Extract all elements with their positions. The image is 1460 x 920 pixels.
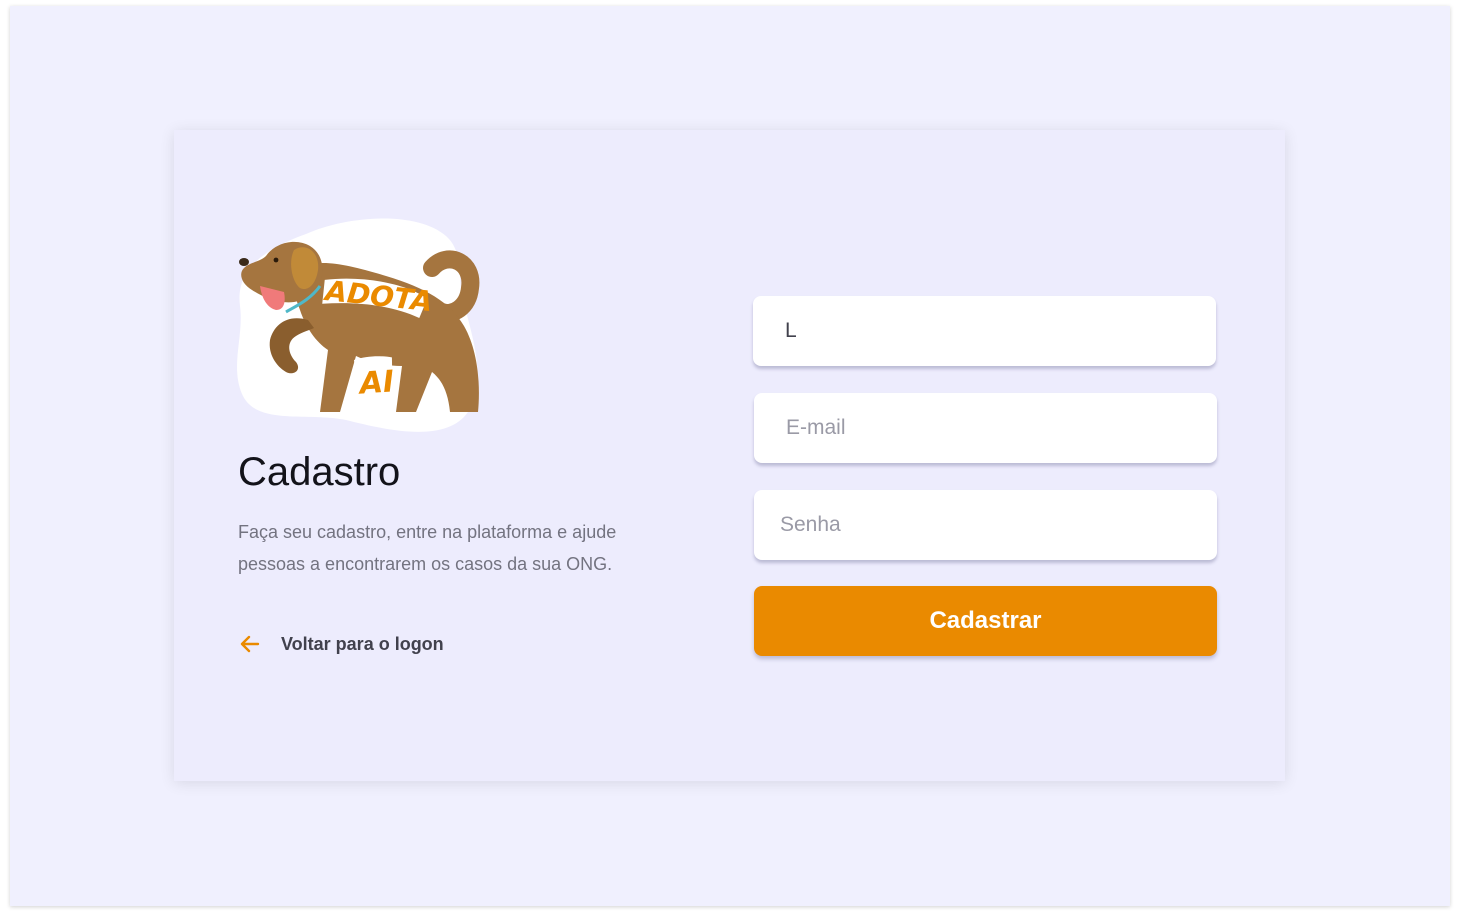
back-link-label: Voltar para o logon (281, 633, 444, 654)
page-description: Faça seu cadastro, entre na plataforma e… (238, 522, 617, 574)
name-input[interactable] (753, 296, 1216, 366)
svg-text:AI: AI (356, 364, 395, 401)
register-form: Cadastrar (753, 296, 1218, 656)
adota-ai-logo: ADOTA AI (237, 218, 480, 432)
register-button[interactable]: Cadastrar (754, 586, 1217, 656)
page-title: Cadastro (238, 450, 401, 494)
email-input[interactable] (754, 393, 1217, 463)
back-to-logon-link[interactable]: Voltar para o logon (238, 632, 444, 656)
register-card: ADOTA AI Cadastro Faça seu cadastro, ent… (174, 130, 1285, 781)
page-background: ADOTA AI Cadastro Faça seu cadastro, ent… (10, 6, 1450, 906)
password-input[interactable] (754, 490, 1217, 560)
arrow-left-icon (240, 635, 260, 653)
